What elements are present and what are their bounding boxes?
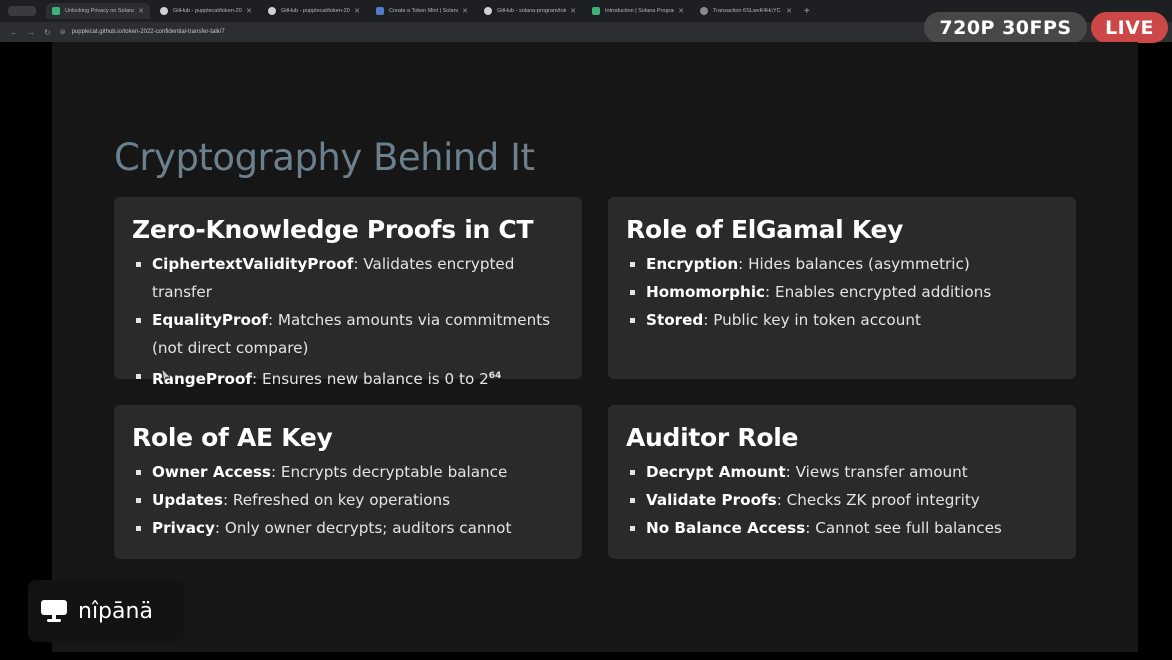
list-item: Decrypt Amount: Views transfer amount [626, 458, 1058, 486]
window-controls[interactable] [8, 6, 36, 16]
list-item: Encryption: Hides balances (asymmetric) [626, 250, 1058, 278]
presenter-label: nîpānä [28, 580, 184, 642]
live-badge: LIVE [1091, 12, 1168, 43]
bullet-list: Encryption: Hides balances (asymmetric) … [626, 250, 1058, 334]
card-auditor-role: Auditor Role Decrypt Amount: Views trans… [608, 405, 1076, 559]
close-tab-icon[interactable]: ✕ [138, 7, 144, 15]
github-favicon-icon [160, 7, 168, 15]
solana-favicon-icon [376, 7, 384, 15]
url-input[interactable]: ⊜ pupplecat.github.io/token-2022-confide… [60, 25, 225, 39]
mouse-cursor-icon [161, 368, 171, 382]
close-tab-icon[interactable]: ✕ [678, 7, 684, 15]
close-tab-icon[interactable]: ✕ [354, 7, 360, 15]
slide-title: Cryptography Behind It [114, 136, 535, 179]
browser-tab-7[interactable]: Transaction 6SLwvK4HcYC ✕ [694, 3, 798, 19]
bullet-list: Owner Access: Encrypts decryptable balan… [132, 458, 564, 542]
list-item: Privacy: Only owner decrypts; auditors c… [132, 514, 564, 542]
browser-tab-1[interactable]: Unlocking Privacy on Solana ✕ [46, 3, 150, 19]
stream-quality-badge: 720P 30FPS [924, 12, 1087, 43]
browser-tab-4[interactable]: Create a Token Mint | Solana ✕ [370, 3, 474, 19]
list-item: Validate Proofs: Checks ZK proof integri… [626, 486, 1058, 514]
list-item: No Balance Access: Cannot see full balan… [626, 514, 1058, 542]
new-tab-icon[interactable]: + [804, 6, 810, 17]
list-item: Owner Access: Encrypts decryptable balan… [132, 458, 564, 486]
browser-tab-3[interactable]: GitHub - pupplecat/token-20 ✕ [262, 3, 366, 19]
browser-tab-6[interactable]: Introduction | Solana Program ✕ [586, 3, 690, 19]
explorer-favicon-icon [700, 7, 708, 15]
list-item: Updates: Refreshed on key operations [132, 486, 564, 514]
list-item: Stored: Public key in token account [626, 306, 1058, 334]
close-tab-icon[interactable]: ✕ [570, 7, 576, 15]
forward-arrow-icon[interactable]: → [27, 28, 35, 37]
browser-tab-5[interactable]: GitHub - solana-program/tok ✕ [478, 3, 582, 19]
card-title: Auditor Role [626, 423, 799, 452]
solana-favicon-icon [52, 7, 60, 15]
tab-label: GitHub - pupplecat/token-20 [281, 8, 350, 14]
solana-favicon-icon [592, 7, 600, 15]
close-tab-icon[interactable]: ✕ [462, 7, 468, 15]
github-favicon-icon [484, 7, 492, 15]
card-title: Role of ElGamal Key [626, 215, 904, 244]
close-tab-icon[interactable]: ✕ [246, 7, 252, 15]
tab-label: GitHub - pupplecat/token-20 [173, 8, 242, 14]
browser-tab-2[interactable]: GitHub - pupplecat/token-20 ✕ [154, 3, 258, 19]
tab-label: Unlocking Privacy on Solana [65, 8, 135, 14]
presenter-name: nîpānä [78, 598, 153, 624]
presentation-screen-icon [41, 600, 67, 622]
tab-label: Introduction | Solana Program [605, 8, 675, 14]
card-elgamal-key: Role of ElGamal Key Encryption: Hides ba… [608, 197, 1076, 379]
list-item: RangeProof: Ensures new balance is 0 to … [132, 362, 564, 393]
card-title: Role of AE Key [132, 423, 333, 452]
tab-label: GitHub - solana-program/tok [497, 8, 567, 14]
bullet-list: CiphertextValidityProof: Validates encry… [132, 250, 564, 393]
list-item: CiphertextValidityProof: Validates encry… [132, 250, 564, 306]
bullet-list: Decrypt Amount: Views transfer amount Va… [626, 458, 1058, 542]
list-item: Homomorphic: Enables encrypted additions [626, 278, 1058, 306]
github-favicon-icon [268, 7, 276, 15]
card-zero-knowledge-proofs: Zero-Knowledge Proofs in CT CiphertextVa… [114, 197, 582, 388]
card-title: Zero-Knowledge Proofs in CT [132, 215, 534, 244]
list-item: EqualityProof: Matches amounts via commi… [132, 306, 564, 362]
card-ae-key: Role of AE Key Owner Access: Encrypts de… [114, 405, 582, 559]
reload-icon[interactable]: ↻ [44, 28, 51, 37]
site-info-icon[interactable]: ⊜ [60, 28, 66, 36]
tab-label: Create a Token Mint | Solana [389, 8, 459, 14]
tab-label: Transaction 6SLwvK4HcYC [713, 8, 781, 14]
back-arrow-icon[interactable]: ← [10, 28, 18, 37]
close-tab-icon[interactable]: ✕ [786, 7, 792, 15]
url-text: pupplecat.github.io/token-2022-confident… [71, 29, 225, 35]
